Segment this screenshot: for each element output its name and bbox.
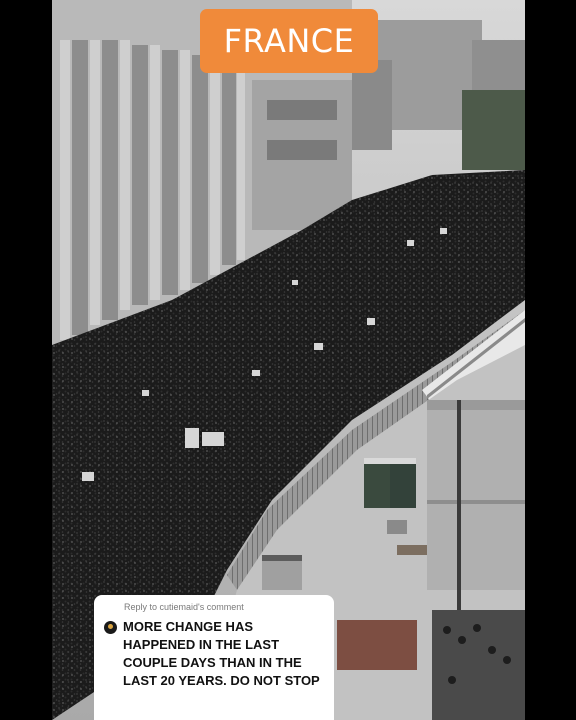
reply-label: Reply to cutiemaid's comment [124,602,244,612]
location-tag: FRANCE [200,9,378,73]
commenter-avatar-icon [104,621,117,634]
video-frame[interactable]: FRANCE Reply to cutiemaid's comment MORE… [52,0,525,720]
reply-comment-card[interactable]: Reply to cutiemaid's comment MORE CHANGE… [94,595,334,720]
comment-text: MORE CHANGE HAS HAPPENED IN THE LAST COU… [123,619,320,688]
location-tag-label: FRANCE [223,22,355,60]
comment-body: MORE CHANGE HAS HAPPENED IN THE LAST COU… [104,618,326,690]
